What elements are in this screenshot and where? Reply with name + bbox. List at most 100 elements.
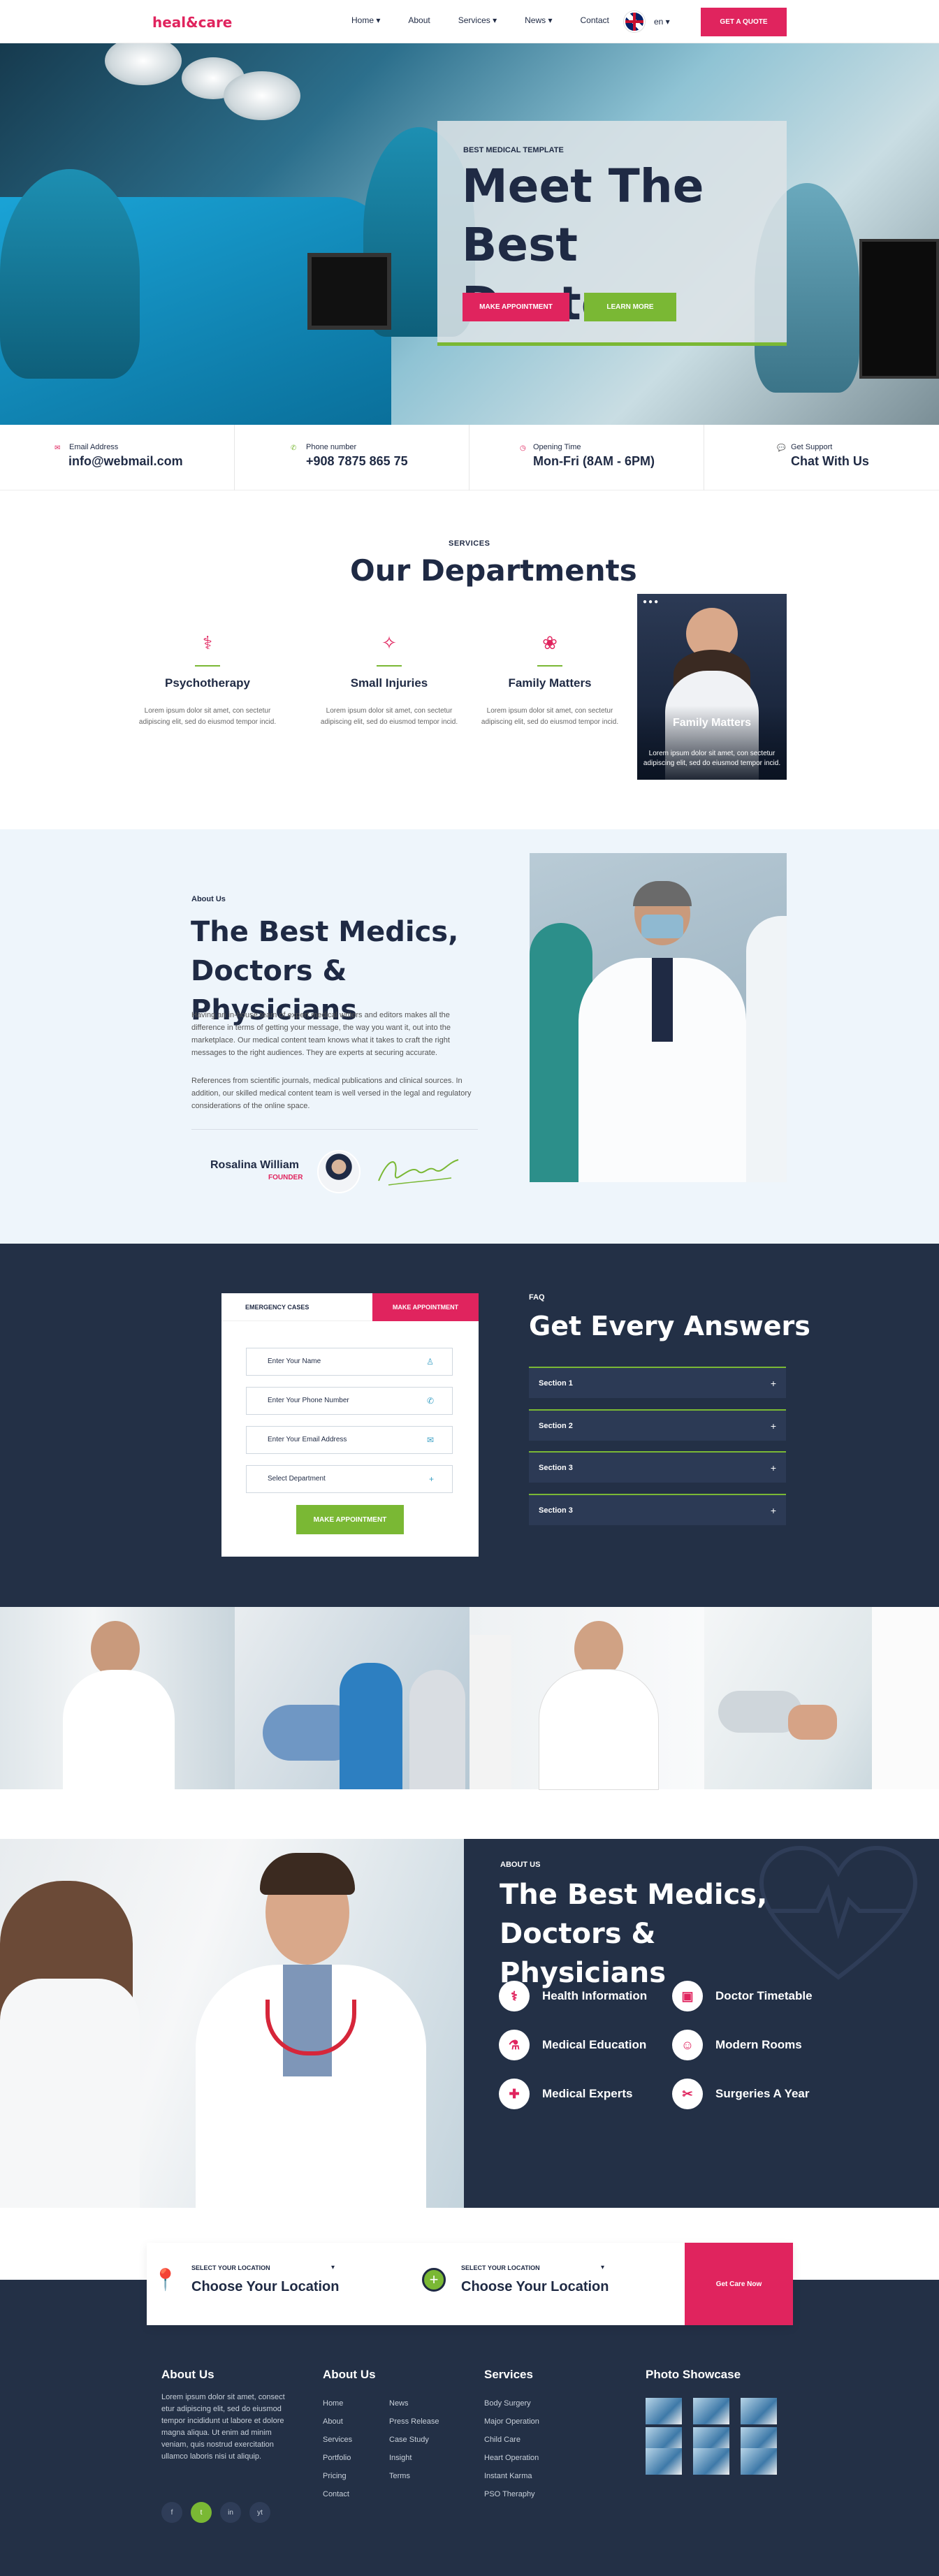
footer-link[interactable]: Body Surgery: [484, 2394, 539, 2413]
department-feature-card[interactable]: ●●● Family Matters Lorem ipsum dolor sit…: [637, 594, 787, 780]
footer-link[interactable]: Heart Operation: [484, 2449, 539, 2467]
faq-item[interactable]: + Section 3: [529, 1451, 786, 1483]
email-field[interactable]: Enter Your Email Address ✉: [246, 1426, 453, 1454]
get-care-button[interactable]: Get Care Now: [685, 2243, 793, 2325]
phone-field[interactable]: Enter Your Phone Number ✆: [246, 1387, 453, 1415]
gallery-photo[interactable]: [470, 1607, 704, 1789]
get-quote-button[interactable]: GET A QUOTE: [701, 8, 787, 36]
location-label: SELECT YOUR LOCATION: [191, 2264, 270, 2271]
footer-link[interactable]: Portfolio: [323, 2449, 352, 2467]
tab-emergency[interactable]: EMERGENCY CASES: [221, 1293, 372, 1321]
showcase-thumb[interactable]: [693, 2398, 729, 2424]
showcase-thumb[interactable]: [646, 2448, 682, 2475]
nav-home[interactable]: Home ▾: [351, 15, 380, 25]
make-appointment-button[interactable]: MAKE APPOINTMENT: [463, 293, 569, 321]
info-label: Opening Time: [533, 443, 581, 451]
tab-appointment[interactable]: MAKE APPOINTMENT: [372, 1293, 479, 1321]
card-text: Lorem ipsum dolor sit amet, con sectetur…: [643, 750, 781, 767]
faq-item[interactable]: + Section 2: [529, 1409, 786, 1441]
department-item[interactable]: ⚕ Psychotherapy Lorem ipsum dolor sit am…: [134, 629, 281, 728]
language-select[interactable]: en ▾: [654, 17, 670, 27]
footer-link[interactable]: Instant Karma: [484, 2467, 539, 2485]
info-value[interactable]: info@webmail.com: [68, 454, 183, 469]
info-value: Mon-Fri (8AM - 6PM): [533, 454, 655, 468]
department-name: Psychotherapy: [165, 676, 250, 690]
photo-showcase-grid: [646, 2398, 777, 2475]
department-text: Lorem ipsum dolor sit amet, con sectetur…: [138, 707, 277, 726]
avatar: [317, 1150, 361, 1193]
location-label: SELECT YOUR LOCATION: [461, 2264, 540, 2271]
facebook-icon[interactable]: f: [161, 2502, 182, 2523]
uk-flag-icon[interactable]: [624, 11, 645, 32]
calendar-icon: ▣: [672, 1981, 703, 2011]
hero-eyebrow: BEST MEDICAL TEMPLATE: [463, 146, 564, 154]
footer-link[interactable]: Insight: [389, 2449, 439, 2467]
faq-item[interactable]: + Section 1: [529, 1367, 786, 1398]
footer-link[interactable]: Home: [323, 2394, 352, 2413]
contact-info-bar: ✉ Email Address info@webmail.com ✆ Phone…: [0, 425, 939, 490]
surgeon-figure: [0, 169, 140, 379]
footer-link[interactable]: Terms: [389, 2467, 439, 2485]
chevron-down-icon[interactable]: ▾: [331, 2264, 335, 2271]
faq-item[interactable]: + Section 3: [529, 1494, 786, 1525]
gallery-photo[interactable]: [0, 1607, 235, 1789]
footer-link[interactable]: Services: [323, 2431, 352, 2449]
youtube-icon[interactable]: yt: [249, 2502, 270, 2523]
footer-link[interactable]: News: [389, 2394, 439, 2413]
faq-title: Get Every Answers: [529, 1311, 810, 1341]
info-value[interactable]: Chat With Us: [791, 454, 869, 469]
gallery-photo[interactable]: [235, 1607, 470, 1789]
nav-contact[interactable]: Contact: [580, 15, 609, 25]
feature-item: ☺ Modern Rooms: [672, 2030, 802, 2060]
chevron-down-icon[interactable]: ▾: [601, 2264, 604, 2271]
twitter-icon[interactable]: t: [191, 2502, 212, 2523]
footer-about-text: Lorem ipsum dolor sit amet, consect etur…: [161, 2393, 285, 2461]
doctors-team-photo: [530, 853, 787, 1182]
department-name: Family Matters: [508, 676, 592, 690]
feature-item: ⚕ Health Information: [499, 1981, 647, 2011]
nav-services[interactable]: Services ▾: [458, 15, 497, 25]
department-item[interactable]: ❀ Family Matters Lorem ipsum dolor sit a…: [476, 629, 623, 728]
name-field[interactable]: Enter Your Name ♙: [246, 1348, 453, 1376]
linkedin-icon[interactable]: in: [220, 2502, 241, 2523]
showcase-thumb[interactable]: [646, 2398, 682, 2424]
location-select[interactable]: Choose Your Location: [191, 2279, 340, 2295]
nav-about[interactable]: About: [408, 15, 430, 25]
about-paragraph-1: Having an in-house team of expert medica…: [191, 1011, 451, 1057]
user-icon: ♙: [426, 1357, 434, 1367]
feature-item: ✂ Surgeries A Year: [672, 2079, 810, 2109]
footer-link[interactable]: Pricing: [323, 2467, 352, 2485]
chat-icon: 💬: [777, 444, 786, 452]
plus-location-icon: +: [422, 2268, 446, 2292]
department-item[interactable]: ✧ Small Injuries Lorem ipsum dolor sit a…: [316, 629, 463, 728]
showcase-thumb[interactable]: [741, 2398, 777, 2424]
feature-item: ⚗ Medical Education: [499, 2030, 646, 2060]
feature-item: ▣ Doctor Timetable: [672, 1981, 813, 2011]
submit-appointment-button[interactable]: MAKE APPOINTMENT: [296, 1505, 404, 1534]
learn-more-button[interactable]: LEARN MORE: [584, 293, 676, 321]
patient-monitor: [307, 253, 391, 330]
footer-link[interactable]: Major Operation: [484, 2413, 539, 2431]
showcase-thumb[interactable]: [693, 2448, 729, 2475]
site-logo[interactable]: heal&care: [152, 14, 232, 31]
nav-news[interactable]: News ▾: [525, 15, 552, 25]
gallery-photo[interactable]: [704, 1607, 939, 1789]
info-support: 💬 Get Support Chat With Us: [704, 425, 939, 490]
divider: [191, 1129, 478, 1130]
location-select[interactable]: Choose Your Location: [461, 2279, 609, 2295]
footer-link[interactable]: PSO Theraphy: [484, 2485, 539, 2503]
footer-link[interactable]: About: [323, 2413, 352, 2431]
footer-link[interactable]: Contact: [323, 2485, 352, 2503]
plus-icon: +: [770, 1420, 776, 1432]
signature-icon: [378, 1159, 459, 1186]
showcase-thumb[interactable]: [741, 2448, 777, 2475]
footer-link[interactable]: Child Care: [484, 2431, 539, 2449]
plus-icon: +: [770, 1462, 776, 1473]
footer-link[interactable]: Case Study: [389, 2431, 439, 2449]
feature-item: ✚ Medical Experts: [499, 2079, 632, 2109]
footer-link[interactable]: Press Release: [389, 2413, 439, 2431]
mail-icon: ✉: [426, 1435, 434, 1445]
info-value[interactable]: +908 7875 865 75: [306, 454, 408, 469]
microscope-icon: ⚗: [499, 2030, 530, 2060]
department-select[interactable]: Select Department +: [246, 1465, 453, 1493]
